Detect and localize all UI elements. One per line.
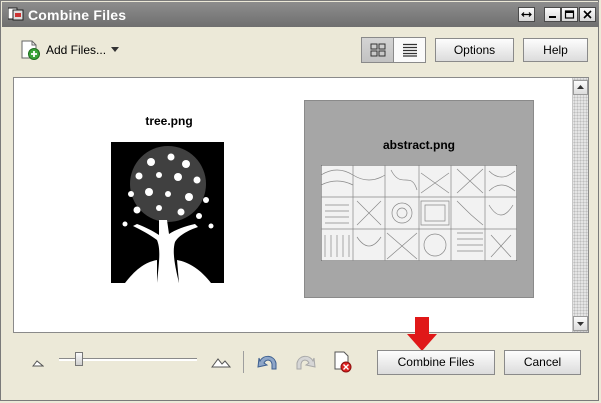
scroll-down-button[interactable]: [573, 316, 588, 331]
file-name: abstract.png: [382, 138, 455, 152]
list-view-button[interactable]: [394, 38, 426, 62]
restore-button[interactable]: [518, 7, 535, 22]
zoom-slider[interactable]: [59, 352, 197, 368]
minimize-icon: [549, 16, 556, 18]
add-files-button[interactable]: Add Files...: [19, 39, 123, 61]
remove-file-icon[interactable]: [333, 351, 353, 373]
vertical-scrollbar[interactable]: [572, 78, 588, 332]
minimize-button[interactable]: [544, 7, 561, 22]
options-button[interactable]: Options: [435, 38, 514, 62]
thumbnail-view-button[interactable]: [362, 38, 394, 62]
close-button[interactable]: [579, 7, 596, 22]
file-thumbnail: [321, 165, 517, 261]
file-card-selected[interactable]: abstract.png: [304, 100, 534, 298]
file-thumbnail-area: tree.png abstract.png: [13, 77, 589, 333]
zoom-out-icon[interactable]: [32, 359, 44, 367]
file-card[interactable]: tree.png: [94, 108, 244, 288]
restore-icon: [521, 12, 532, 17]
window-title: Combine Files: [28, 7, 127, 23]
app-icon: [8, 7, 24, 21]
cancel-button[interactable]: Cancel: [504, 350, 581, 375]
arrow-down-icon: [407, 317, 437, 351]
combine-files-dialog: Combine Files Add Files... Options Help …: [0, 0, 599, 401]
chevron-down-icon: [111, 47, 119, 52]
redo-icon: [296, 355, 316, 370]
maximize-button[interactable]: [561, 7, 578, 22]
file-name: tree.png: [145, 114, 193, 128]
help-button[interactable]: Help: [523, 38, 588, 62]
close-icon: [583, 10, 592, 19]
combine-files-button[interactable]: Combine Files: [377, 350, 495, 375]
scroll-up-button[interactable]: [573, 80, 588, 95]
view-mode-toggle: [361, 37, 426, 63]
arrow-up-icon: [577, 85, 584, 89]
list-view-icon: [403, 43, 417, 57]
file-thumbnail: [111, 142, 224, 283]
toolbar-separator: [243, 351, 244, 373]
title-bar[interactable]: Combine Files: [2, 2, 599, 27]
add-files-icon: [21, 40, 40, 60]
thumbnail-view-icon: [370, 43, 386, 57]
add-files-label: Add Files...: [46, 43, 107, 57]
zoom-slider-thumb[interactable]: [75, 352, 83, 366]
maximize-icon: [564, 10, 575, 19]
zoom-in-icon[interactable]: [211, 356, 231, 368]
arrow-down-icon: [577, 322, 584, 326]
undo-icon[interactable]: [256, 352, 280, 372]
